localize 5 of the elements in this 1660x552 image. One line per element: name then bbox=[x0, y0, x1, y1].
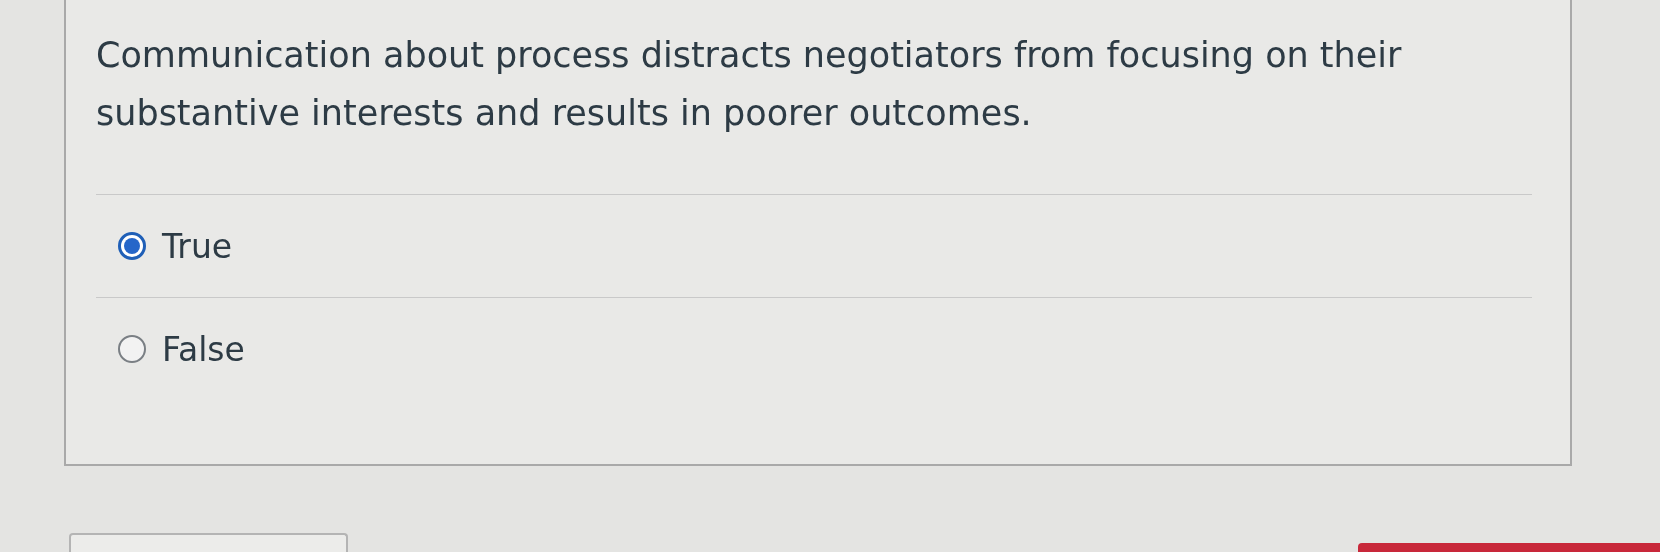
radio-button[interactable] bbox=[118, 335, 146, 363]
radio-button[interactable] bbox=[118, 232, 146, 260]
option-label[interactable]: True bbox=[162, 226, 233, 266]
question-text: Communication about process distracts negotiators from focusing on their substantive interests and results in poorer outcomes. bbox=[96, 34, 1403, 135]
option-label[interactable]: False bbox=[162, 329, 245, 369]
